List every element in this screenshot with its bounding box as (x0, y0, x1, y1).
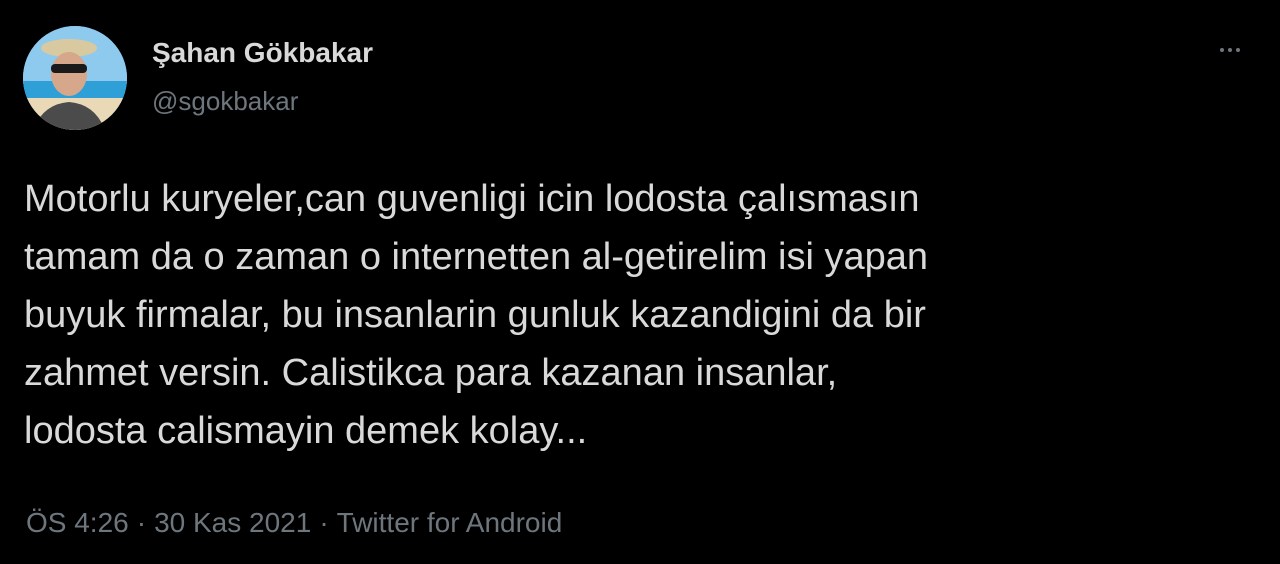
author-info: Şahan Gökbakar @sgokbakar (152, 36, 373, 118)
tweet-body: Motorlu kuryeler,can guvenligi icin lodo… (24, 170, 1244, 460)
meta-separator: · (319, 507, 329, 538)
tweet-line: tamam da o zaman o internetten al-getire… (24, 236, 929, 278)
meta-separator: · (136, 507, 147, 538)
tweet-time-link[interactable]: ÖS 4:26 (26, 507, 129, 538)
avatar[interactable] (23, 26, 127, 130)
more-dot (1236, 48, 1240, 52)
tweet-meta: ÖS 4:26 · 30 Kas 2021 · Twitter for Android (26, 506, 562, 540)
profile-photo-icon (23, 26, 127, 130)
tweet-date-link[interactable]: 30 Kas 2021 (154, 507, 311, 538)
tweet-source-link[interactable]: Twitter for Android (337, 507, 563, 538)
author-handle[interactable]: @sgokbakar (152, 84, 373, 118)
more-dot (1220, 48, 1224, 52)
tweet-card: Şahan Gökbakar @sgokbakar Motorlu kuryel… (0, 0, 1280, 564)
more-options-icon[interactable] (1212, 38, 1248, 62)
author-display-name[interactable]: Şahan Gökbakar (152, 36, 373, 70)
tweet-line: lodosta calismayin demek kolay... (24, 410, 588, 452)
more-dot (1228, 48, 1232, 52)
tweet-line: buyuk firmalar, bu insanlarin gunluk kaz… (24, 294, 926, 336)
tweet-line: zahmet versin. Calistikca para kazanan i… (24, 352, 838, 394)
tweet-line: Motorlu kuryeler,can guvenligi icin lodo… (24, 178, 920, 220)
